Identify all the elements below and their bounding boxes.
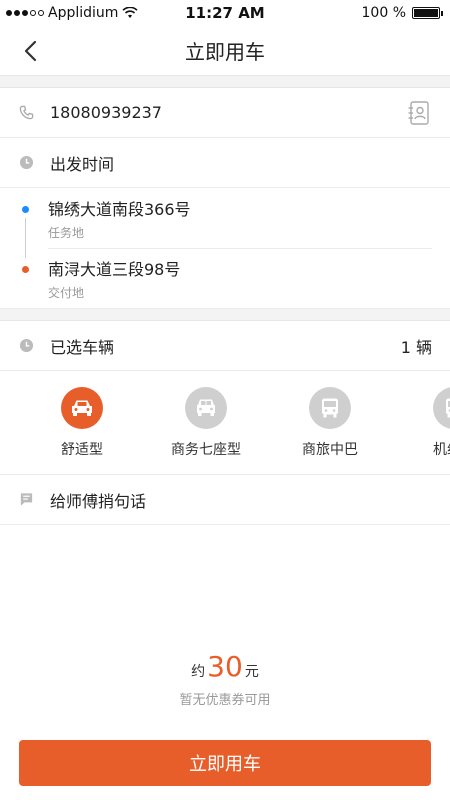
phone-row[interactable]: 18080939237	[0, 88, 450, 138]
end-address-item[interactable]: 南浔大道三段98号 交付地	[0, 248, 450, 308]
submit-button[interactable]: 立即用车	[19, 740, 431, 786]
vehicle-option-crew[interactable]: 机组专	[392, 371, 450, 474]
status-bar: Applidium 11:27 AM 100 %	[0, 0, 450, 26]
bus-icon	[433, 386, 450, 429]
message-icon	[18, 492, 34, 508]
phone-number: 18080939237	[50, 103, 162, 122]
price-estimate: 约 30 元	[0, 650, 450, 683]
contact-book-button[interactable]	[406, 100, 432, 126]
clock-icon	[18, 338, 34, 354]
vehicle-option-label: 机组专	[433, 441, 450, 458]
vehicle-option-minibus[interactable]: 商旅中巴	[268, 371, 392, 474]
vehicle-count: 1 辆	[400, 337, 432, 357]
phone-icon	[18, 105, 34, 121]
start-address-item[interactable]: 锦绣大道南段366号 任务地	[0, 188, 450, 248]
start-address-type: 任务地	[48, 225, 85, 240]
bus-icon	[309, 386, 351, 429]
selected-vehicle-row[interactable]: 已选车辆 1 辆	[0, 321, 450, 371]
battery-percent: 100 %	[361, 5, 406, 21]
selected-vehicle-label: 已选车辆	[50, 337, 115, 357]
end-address-type: 交付地	[48, 285, 85, 300]
price-area: 约 30 元 暂无优惠券可用	[0, 650, 450, 708]
departure-time-label: 出发时间	[50, 154, 115, 174]
start-dot-icon	[22, 206, 29, 213]
van-icon	[185, 386, 227, 429]
vehicle-option-label: 舒适型	[61, 441, 103, 458]
departure-time-row[interactable]: 出发时间	[0, 138, 450, 188]
nav-bar: 立即用车	[0, 26, 450, 76]
signal-icon	[6, 10, 44, 16]
page-title: 立即用车	[185, 40, 265, 64]
end-address: 南浔大道三段98号	[48, 259, 181, 279]
route-section: 锦绣大道南段366号 任务地 南浔大道三段98号 交付地	[0, 188, 450, 309]
vehicle-option-label: 商旅中巴	[302, 441, 358, 458]
vehicle-type-list: 舒适型 商务七座型 商旅中巴 机	[0, 371, 450, 475]
status-left: Applidium	[6, 5, 138, 21]
vehicle-option-business-7[interactable]: 商务七座型	[144, 371, 268, 474]
section-divider	[0, 309, 450, 321]
status-right: 100 %	[361, 5, 443, 21]
price-amount: 30	[207, 650, 243, 683]
end-dot-icon	[22, 266, 29, 273]
wifi-icon	[122, 7, 138, 18]
section-divider	[0, 76, 450, 88]
battery-icon	[412, 7, 443, 19]
start-address: 锦绣大道南段366号	[48, 199, 191, 219]
price-prefix: 约	[191, 664, 206, 680]
back-button[interactable]	[12, 26, 48, 76]
vehicle-option-comfort[interactable]: 舒适型	[20, 371, 144, 474]
vehicle-option-label: 商务七座型	[171, 441, 241, 458]
carrier-name: Applidium	[48, 5, 119, 21]
chevron-left-icon	[24, 40, 37, 62]
message-row[interactable]: 给师傅捎句话	[0, 475, 450, 525]
message-label: 给师傅捎句话	[50, 491, 147, 511]
car-icon	[61, 386, 103, 429]
price-unit: 元	[244, 664, 259, 680]
clock-icon	[18, 155, 34, 171]
coupon-status[interactable]: 暂无优惠券可用	[0, 689, 450, 708]
contact-book-icon	[408, 100, 429, 125]
